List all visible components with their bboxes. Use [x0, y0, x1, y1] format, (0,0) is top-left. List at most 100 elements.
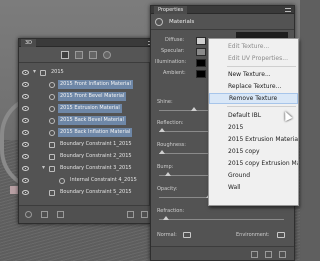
visibility-eye-icon[interactable] [22, 70, 29, 75]
layer-row[interactable]: Internal Constraint 4_2015 [19, 175, 150, 186]
layer-row[interactable]: 2015 Extrusion Material [19, 103, 150, 114]
layer-label: Boundary Constraint 3_2015 [60, 165, 132, 171]
layer-row[interactable]: 2015 Back Inflation Material [19, 127, 150, 138]
visibility-eye-icon[interactable] [22, 82, 29, 87]
menu-item-2015-extrusion-material[interactable]: 2015 Extrusion Material - ... [209, 134, 298, 145]
mesh-icon [40, 70, 46, 76]
properties-footer [151, 246, 294, 260]
lights-filter-icon[interactable] [103, 51, 111, 59]
material-icon [49, 106, 55, 112]
layer-label: 2015 [51, 69, 64, 75]
layer-label: 2015 Front Bevel Material [58, 92, 127, 101]
material-icon [49, 130, 55, 136]
visibility-eye-icon[interactable] [22, 142, 29, 147]
layer-row[interactable]: 2015 Back Bevel Material [19, 115, 150, 126]
shine-slider-thumb[interactable] [191, 107, 197, 111]
menu-item-2015-copy[interactable]: 2015 copy [209, 146, 298, 157]
3d-panel: 3D ▾ 2015 2015 Front Inflation Material … [18, 38, 158, 224]
layer-row[interactable]: ▾ Boundary Constraint 3_2015 [19, 163, 150, 174]
material-sphere-icon [155, 18, 163, 26]
diffuse-label: Diffuse: [165, 37, 185, 43]
menu-item-replace-texture[interactable]: Replace Texture... [209, 81, 298, 92]
3d-filter-toolbar [19, 47, 157, 63]
ground-plane-icon[interactable] [41, 211, 48, 218]
layer-row[interactable]: 2015 Front Inflation Material [19, 79, 150, 90]
layer-label: Internal Constraint 4_2015 [70, 177, 137, 183]
visibility-eye-icon[interactable] [22, 106, 29, 111]
menu-item-new-texture[interactable]: New Texture... [209, 69, 298, 80]
opacity-slider[interactable] [159, 197, 209, 198]
constraint-icon [59, 178, 65, 184]
refraction-label: Refraction: [157, 208, 185, 214]
normal-texture-icon[interactable] [183, 232, 191, 238]
add-light-icon[interactable] [57, 211, 64, 218]
menu-item-remove-texture[interactable]: Remove Texture [209, 93, 298, 104]
roughness-slider[interactable] [159, 153, 209, 154]
reflection-slider[interactable] [159, 131, 209, 132]
menu-item-2015[interactable]: 2015 [209, 122, 298, 133]
new-layer-icon[interactable] [127, 211, 134, 218]
constraint-icon [49, 190, 55, 196]
environment-label: Environment: [236, 232, 270, 238]
texture-context-menu: Edit Texture... Edit UV Properties... Ne… [208, 38, 299, 206]
layer-label: 2015 Back Bevel Material [58, 116, 126, 125]
layer-label: 2015 Extrusion Material [58, 104, 122, 113]
visibility-eye-icon[interactable] [22, 118, 29, 123]
opacity-label: Opacity: [157, 186, 178, 192]
expand-caret-icon[interactable]: ▾ [42, 164, 45, 171]
visibility-eye-icon[interactable] [22, 154, 29, 159]
visibility-eye-icon[interactable] [22, 94, 29, 99]
menu-item-edit-texture[interactable]: Edit Texture... [209, 41, 298, 52]
3d-panel-footer [19, 205, 157, 223]
constraint-icon [49, 154, 55, 160]
expand-caret-icon[interactable]: ▾ [33, 68, 36, 75]
layer-row[interactable]: ▾ 2015 [19, 67, 150, 78]
new-material-icon[interactable] [251, 251, 258, 258]
reflection-label: Reflection: [157, 120, 184, 126]
diffuse-swatch[interactable] [196, 37, 206, 45]
menu-item-ground[interactable]: Ground [209, 170, 298, 181]
visibility-eye-icon[interactable] [22, 166, 29, 171]
trash-icon[interactable] [279, 251, 286, 258]
menu-item-edit-uv-properties[interactable]: Edit UV Properties... [209, 53, 298, 64]
layer-label: Boundary Constraint 1_2015 [60, 141, 132, 147]
layer-row[interactable]: Boundary Constraint 5_2015 [19, 187, 150, 198]
render-icon[interactable] [25, 211, 32, 218]
panel-menu-icon[interactable] [285, 8, 291, 12]
ambient-swatch[interactable] [196, 70, 206, 78]
specular-swatch[interactable] [196, 48, 206, 56]
material-icon [49, 94, 55, 100]
refraction-slider[interactable] [159, 219, 284, 220]
material-options-icon[interactable] [265, 251, 272, 258]
properties-titlebar[interactable]: Properties [151, 6, 294, 14]
3d-panel-titlebar[interactable]: 3D [19, 39, 157, 47]
environment-texture-icon[interactable] [277, 232, 285, 238]
meshes-filter-icon[interactable] [75, 51, 83, 59]
visibility-eye-icon[interactable] [22, 178, 29, 183]
materials-filter-icon[interactable] [89, 51, 97, 59]
material-icon [49, 118, 55, 124]
tab-3d[interactable]: 3D [21, 39, 37, 47]
bump-slider-thumb[interactable] [165, 172, 171, 176]
layer-row[interactable]: 2015 Front Bevel Material [19, 91, 150, 102]
refraction-slider-thumb[interactable] [163, 216, 169, 220]
whole-scene-filter-icon[interactable] [61, 51, 69, 59]
layer-row[interactable]: Boundary Constraint 1_2015 [19, 139, 150, 150]
menu-item-wall[interactable]: Wall [209, 182, 298, 193]
tab-properties[interactable]: Properties [154, 6, 188, 14]
menu-item-2015-copy-extrusion[interactable]: 2015 copy Extrusion Mate... [209, 158, 298, 169]
illumination-swatch[interactable] [196, 59, 206, 67]
shine-slider[interactable] [159, 110, 209, 111]
reflection-slider-thumb[interactable] [159, 128, 165, 132]
trash-icon[interactable] [141, 211, 148, 218]
layer-row[interactable]: Boundary Constraint 2_2015 [19, 151, 150, 162]
material-icon [49, 82, 55, 88]
specular-label: Specular: [161, 48, 185, 54]
shine-label: Shine: [157, 99, 173, 105]
roughness-slider-thumb[interactable] [159, 150, 165, 154]
visibility-eye-icon[interactable] [22, 130, 29, 135]
menu-separator [227, 66, 296, 67]
constraint-icon [49, 142, 55, 148]
visibility-eye-icon[interactable] [22, 190, 29, 195]
menu-separator [227, 106, 296, 107]
